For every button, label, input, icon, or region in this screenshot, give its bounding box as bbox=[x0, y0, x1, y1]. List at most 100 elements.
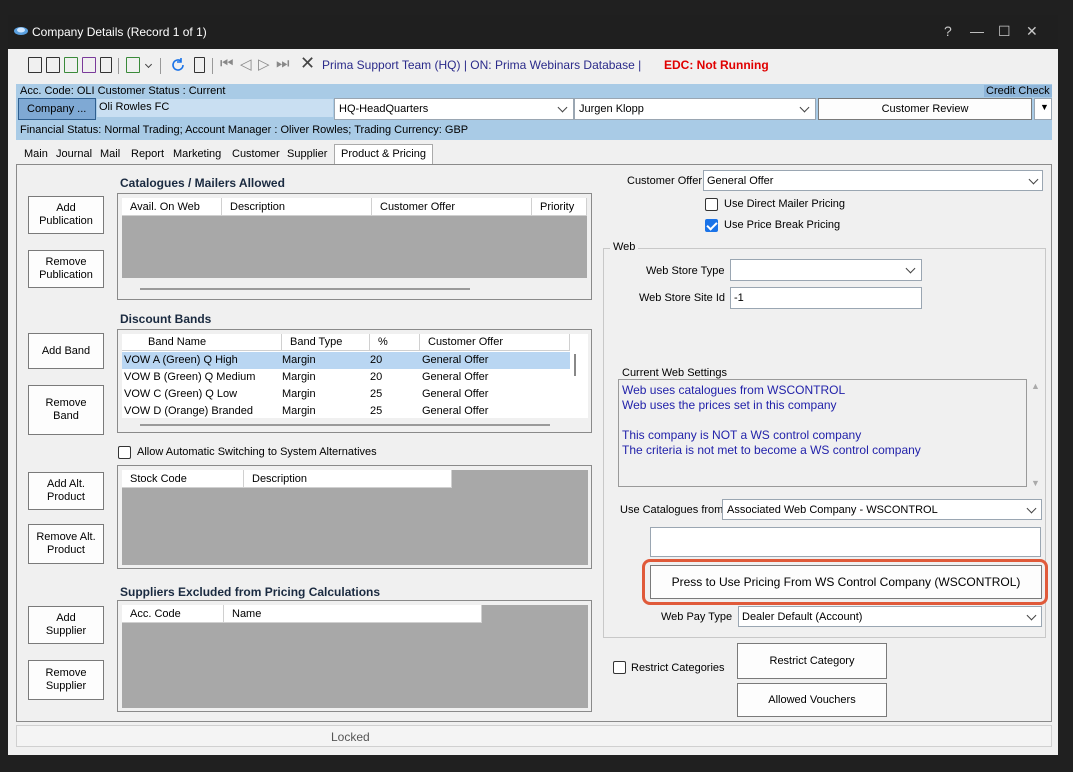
column-header[interactable]: Priority bbox=[532, 198, 587, 216]
table-row[interactable]: VOW A (Green) Q High Margin 20 General O… bbox=[122, 352, 570, 369]
horizontal-scrollbar[interactable] bbox=[140, 424, 550, 426]
horizontal-scrollbar[interactable] bbox=[140, 288, 470, 290]
suppliers-excluded-title: Suppliers Excluded from Pricing Calculat… bbox=[120, 585, 381, 599]
account-header: Acc. Code: OLI Customer Status : Current bbox=[20, 85, 226, 97]
discount-bands-grid[interactable]: Band Name Band Type % Customer Offer VOW… bbox=[122, 334, 588, 418]
tab-customer[interactable]: Customer bbox=[232, 146, 280, 163]
account-manager-select[interactable]: Jurgen Klopp bbox=[574, 98, 816, 120]
column-header[interactable]: % bbox=[370, 334, 420, 351]
tab-marketing[interactable]: Marketing bbox=[173, 146, 221, 163]
scroll-up-icon[interactable]: ▲ bbox=[1031, 381, 1040, 391]
allowed-vouchers-button[interactable]: Allowed Vouchers bbox=[737, 683, 887, 717]
refresh-icon[interactable] bbox=[170, 57, 186, 73]
auto-switch-label: Allow Automatic Switching to System Alte… bbox=[137, 446, 377, 458]
suppliers-excluded-frame: Acc. Code Name bbox=[117, 600, 592, 712]
table-row[interactable]: VOW C (Green) Q Low Margin 25 General Of… bbox=[122, 386, 570, 403]
column-header[interactable]: Description bbox=[244, 470, 452, 488]
restrict-categories-label: Restrict Categories bbox=[631, 662, 725, 674]
chevron-down-icon bbox=[799, 102, 810, 113]
add-band-button[interactable]: Add Band bbox=[28, 333, 104, 369]
first-record-icon[interactable]: ⏮ bbox=[220, 55, 234, 72]
alternatives-grid[interactable]: Stock Code Description bbox=[122, 470, 588, 565]
price-break-label: Use Price Break Pricing bbox=[724, 219, 841, 231]
catalogues-grid[interactable]: Avail. On Web Description Customer Offer… bbox=[122, 198, 587, 278]
column-header[interactable]: Stock Code bbox=[122, 470, 244, 488]
help-icon[interactable]: ? bbox=[944, 23, 952, 39]
maximize-icon[interactable]: ☐ bbox=[998, 23, 1011, 40]
auto-switch-checkbox[interactable] bbox=[118, 446, 131, 459]
tab-mail[interactable]: Mail bbox=[100, 146, 120, 163]
web-pay-type-select[interactable]: Dealer Default (Account) bbox=[738, 606, 1042, 627]
column-header[interactable]: Band Name bbox=[122, 334, 282, 351]
tab-journal[interactable]: Journal bbox=[56, 146, 92, 163]
close-record-icon[interactable]: ✕ bbox=[300, 53, 315, 74]
next-record-icon[interactable]: ▷ bbox=[258, 55, 270, 73]
column-header[interactable]: Acc. Code bbox=[122, 605, 224, 623]
column-header[interactable]: Customer Offer bbox=[372, 198, 532, 216]
customer-review-button[interactable]: Customer Review bbox=[818, 98, 1032, 120]
add-supplier-button[interactable]: Add Supplier bbox=[28, 606, 104, 644]
toolbar-separator bbox=[118, 58, 119, 74]
save-icon[interactable] bbox=[46, 57, 60, 73]
company-button[interactable]: Company ... bbox=[18, 98, 96, 120]
caret-down-icon: ▼ bbox=[1040, 102, 1049, 112]
app-icon bbox=[14, 27, 28, 35]
chevron-down-icon bbox=[905, 263, 916, 274]
last-record-icon[interactable]: ⏭ bbox=[276, 55, 290, 72]
minimize-icon[interactable]: — bbox=[970, 23, 984, 39]
new-record-icon[interactable] bbox=[28, 57, 42, 73]
delete-icon[interactable] bbox=[100, 57, 112, 73]
column-header[interactable]: Name bbox=[224, 605, 482, 623]
use-ws-pricing-button[interactable]: Press to Use Pricing From WS Control Com… bbox=[650, 565, 1042, 599]
alternatives-frame: Stock Code Description bbox=[117, 465, 592, 569]
add-publication-button[interactable]: Add Publication bbox=[28, 196, 104, 234]
direct-mailer-checkbox[interactable] bbox=[705, 198, 718, 211]
toolbar: ⏮ ◁ ▷ ⏭ ✕ Prima Support Team (HQ) | ON: … bbox=[8, 49, 1058, 81]
tab-supplier[interactable]: Supplier bbox=[287, 146, 327, 163]
table-row[interactable]: VOW B (Green) Q Medium Margin 20 General… bbox=[122, 369, 570, 386]
column-header[interactable]: Description bbox=[222, 198, 372, 216]
catalogues-title: Catalogues / Mailers Allowed bbox=[120, 176, 285, 190]
customer-offer-select[interactable]: General Offer bbox=[703, 170, 1043, 191]
remove-alt-product-button[interactable]: Remove Alt. Product bbox=[28, 524, 104, 564]
restrict-category-button[interactable]: Restrict Category bbox=[737, 643, 887, 679]
remove-supplier-button[interactable]: Remove Supplier bbox=[28, 660, 104, 700]
current-web-settings-text: Web uses catalogues from WSCONTROL Web u… bbox=[622, 383, 921, 457]
vertical-scrollbar[interactable] bbox=[574, 354, 576, 376]
credit-check-link[interactable]: Credit Check bbox=[984, 85, 1052, 97]
price-break-checkbox[interactable] bbox=[705, 219, 718, 232]
discount-bands-frame: Band Name Band Type % Customer Offer VOW… bbox=[117, 329, 592, 433]
web-store-type-select[interactable] bbox=[730, 259, 922, 281]
remove-publication-button[interactable]: Remove Publication bbox=[28, 250, 104, 288]
tab-report[interactable]: Report bbox=[131, 146, 164, 163]
previous-record-icon[interactable]: ◁ bbox=[240, 55, 252, 73]
save-close-icon[interactable] bbox=[64, 57, 78, 73]
chevron-down-icon bbox=[1028, 174, 1039, 185]
scroll-down-icon[interactable]: ▼ bbox=[1031, 478, 1040, 488]
title-bar: Company Details (Record 1 of 1) ? — ☐ ✕ bbox=[8, 15, 1058, 49]
chevron-down-icon[interactable] bbox=[144, 60, 153, 69]
chevron-down-icon bbox=[557, 102, 568, 113]
save-new-icon[interactable] bbox=[82, 57, 96, 73]
web-group-label: Web bbox=[610, 241, 639, 253]
suppliers-excluded-grid[interactable]: Acc. Code Name bbox=[122, 605, 588, 708]
web-store-site-input[interactable]: -1 bbox=[730, 287, 922, 309]
column-header[interactable]: Customer Offer bbox=[420, 334, 570, 351]
session-status-text: Prima Support Team (HQ) | ON: Prima Webi… bbox=[322, 58, 642, 72]
remove-band-button[interactable]: Remove Band bbox=[28, 385, 104, 435]
document-icon[interactable] bbox=[194, 57, 205, 73]
column-header[interactable]: Band Type bbox=[282, 334, 370, 351]
table-row[interactable]: VOW D (Orange) Branded Margin 25 General… bbox=[122, 403, 570, 418]
toolbar-separator bbox=[160, 58, 161, 74]
column-header[interactable]: Avail. On Web bbox=[122, 198, 222, 216]
restrict-categories-checkbox[interactable] bbox=[613, 661, 626, 674]
close-icon[interactable]: ✕ bbox=[1026, 23, 1038, 40]
headquarters-select[interactable]: HQ-HeadQuarters bbox=[334, 98, 574, 120]
use-catalogues-select[interactable]: Associated Web Company - WSCONTROL bbox=[722, 499, 1042, 520]
tab-product-pricing[interactable]: Product & Pricing bbox=[334, 144, 433, 164]
add-alt-product-button[interactable]: Add Alt. Product bbox=[28, 472, 104, 510]
tab-main[interactable]: Main bbox=[24, 146, 48, 163]
customer-review-dropdown[interactable]: ▼ bbox=[1034, 98, 1052, 120]
company-name-field[interactable]: Oli Rowles FC bbox=[96, 98, 334, 118]
add-dropdown-icon[interactable] bbox=[126, 57, 140, 73]
